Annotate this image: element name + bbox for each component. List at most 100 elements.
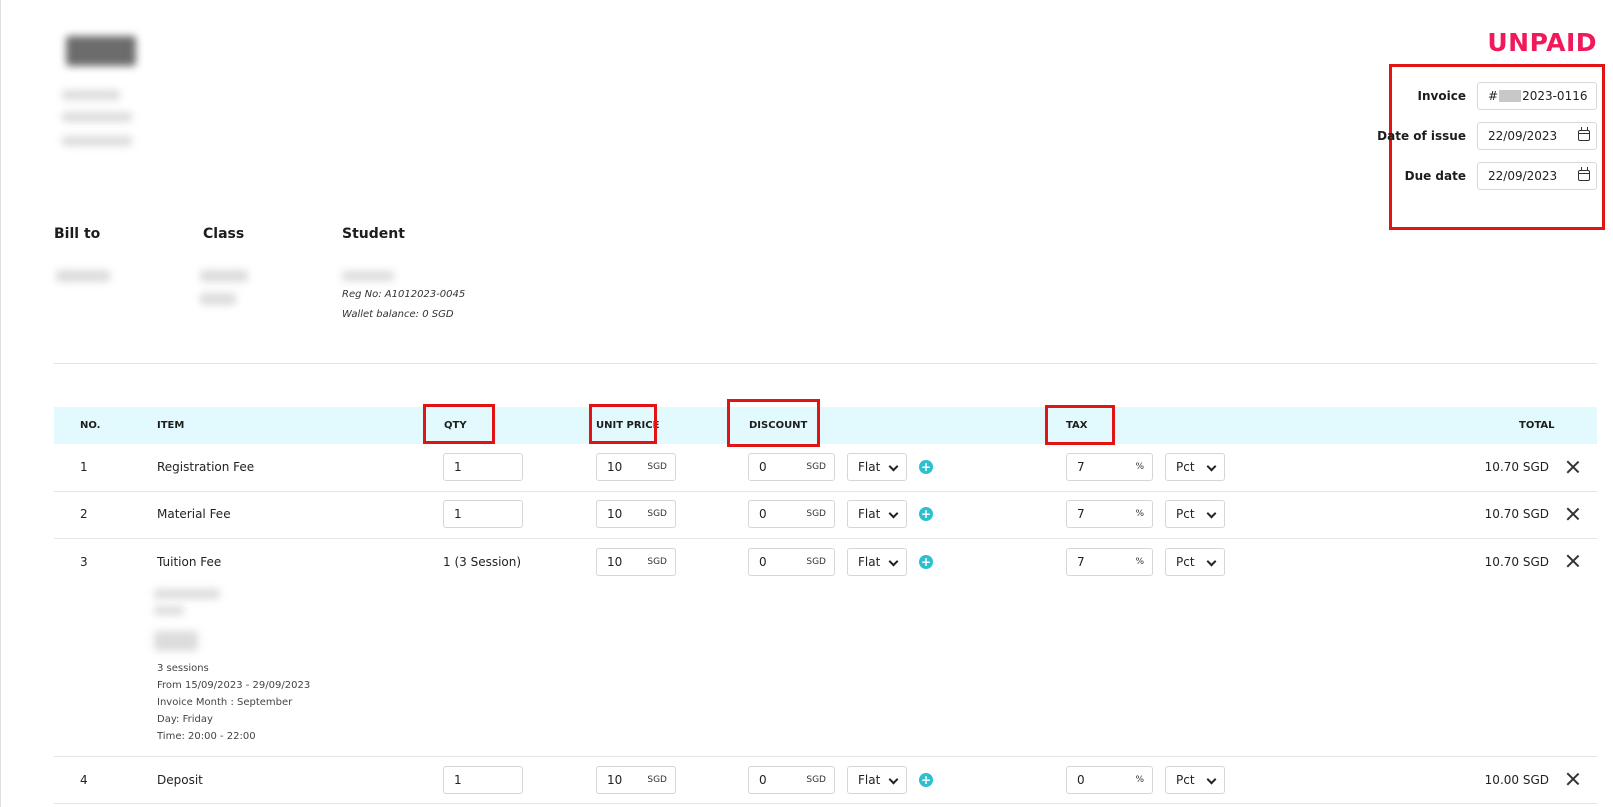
- session-detail-redacted-2: [154, 606, 184, 615]
- row-number: 4: [80, 773, 88, 787]
- bill-to-name: [56, 270, 110, 282]
- row-total: 10.70 SGD: [1484, 507, 1549, 521]
- session-detail-redacted-3: [154, 631, 198, 651]
- add-discount-plus-icon[interactable]: +: [919, 555, 933, 569]
- chevron-down-icon: [1206, 461, 1217, 472]
- row-number: 2: [80, 507, 88, 521]
- tax-input[interactable]: 7%: [1066, 453, 1153, 481]
- unit-price-input[interactable]: 10 SGD: [596, 548, 676, 576]
- row-divider: [54, 491, 1597, 492]
- annotation-box-tax: [1045, 405, 1115, 445]
- discount-type-select[interactable]: Flat: [847, 766, 907, 794]
- discount-type-value: Flat: [858, 555, 881, 569]
- student-wallet-balance: Wallet balance: 0 SGD: [342, 309, 454, 320]
- calendar-icon[interactable]: [1578, 127, 1590, 141]
- date-of-issue-value: 22/09/2023: [1488, 129, 1558, 143]
- tax-value: 7: [1077, 460, 1085, 474]
- invoice-number-label: Invoice: [1417, 89, 1466, 103]
- tax-type-value: Pct: [1176, 555, 1195, 569]
- discount-input[interactable]: 0 SGD: [748, 766, 835, 794]
- tax-type-select[interactable]: Pct: [1165, 548, 1225, 576]
- tax-unit: %: [1135, 775, 1144, 785]
- annotation-box-unit-price: [589, 404, 657, 444]
- row-item-name: Registration Fee: [157, 460, 255, 474]
- due-date-label: Due date: [1404, 169, 1466, 183]
- add-discount-plus-icon[interactable]: +: [919, 773, 933, 787]
- class-heading: Class: [203, 226, 245, 242]
- bill-to-heading: Bill to: [54, 226, 101, 242]
- col-header-no: NO.: [80, 420, 101, 431]
- qty-input[interactable]: 1: [443, 766, 523, 794]
- tax-type-select[interactable]: Pct: [1165, 453, 1225, 481]
- unit-price-input[interactable]: 10 SGD: [596, 500, 676, 528]
- session-detail-line: Day: Friday: [157, 714, 213, 725]
- add-discount-plus-icon[interactable]: +: [919, 460, 933, 474]
- chevron-down-icon: [1206, 508, 1217, 519]
- discount-currency: SGD: [806, 462, 826, 472]
- invoice-status: UNPAID: [1487, 28, 1597, 57]
- invoice-number-field[interactable]: #2023-0116: [1477, 82, 1597, 110]
- discount-input[interactable]: 0 SGD: [748, 500, 835, 528]
- tax-type-value: Pct: [1176, 773, 1195, 787]
- company-logo: [66, 36, 136, 66]
- unit-price-input[interactable]: 10 SGD: [596, 453, 676, 481]
- chevron-down-icon: [1206, 774, 1217, 785]
- section-divider: [54, 363, 1597, 364]
- remove-row-close-icon[interactable]: [1566, 460, 1580, 474]
- chevron-down-icon: [888, 461, 899, 472]
- due-date-value: 22/09/2023: [1488, 169, 1558, 183]
- discount-type-value: Flat: [858, 460, 881, 474]
- discount-input[interactable]: 0 SGD: [748, 548, 835, 576]
- session-detail-line: From 15/09/2023 - 29/09/2023: [157, 680, 311, 691]
- row-divider: [54, 803, 1597, 804]
- tax-input[interactable]: 7%: [1066, 500, 1153, 528]
- chevron-down-icon: [888, 774, 899, 785]
- row-divider: [54, 756, 1597, 757]
- row-divider: [54, 538, 1597, 539]
- discount-type-select[interactable]: Flat: [847, 500, 907, 528]
- unit-price-currency: SGD: [647, 462, 667, 472]
- row-item-name: Deposit: [157, 773, 203, 787]
- session-detail-line: Time: 20:00 - 22:00: [157, 731, 256, 742]
- class-name-line-1: [200, 270, 248, 282]
- session-detail-line: 3 sessions: [157, 663, 209, 674]
- row-item-name: Tuition Fee: [157, 555, 222, 569]
- qty-input[interactable]: 1: [443, 500, 523, 528]
- unit-price-input[interactable]: 10 SGD: [596, 766, 676, 794]
- tax-input[interactable]: 7%: [1066, 548, 1153, 576]
- add-discount-plus-icon[interactable]: +: [919, 507, 933, 521]
- tax-type-select[interactable]: Pct: [1165, 500, 1225, 528]
- remove-row-close-icon[interactable]: [1566, 772, 1580, 786]
- page-left-border: [0, 0, 1, 807]
- chevron-down-icon: [888, 556, 899, 567]
- discount-type-select[interactable]: Flat: [847, 548, 907, 576]
- row-total: 10.70 SGD: [1484, 555, 1549, 569]
- discount-input[interactable]: 0 SGD: [748, 453, 835, 481]
- due-date-field[interactable]: 22/09/2023: [1477, 162, 1597, 190]
- invoice-number-prefix: #: [1488, 89, 1499, 103]
- discount-type-select[interactable]: Flat: [847, 453, 907, 481]
- qty-input[interactable]: 1: [443, 453, 523, 481]
- discount-type-value: Flat: [858, 507, 881, 521]
- qty-text: 1 (3 Session): [443, 555, 522, 569]
- calendar-icon[interactable]: [1578, 167, 1590, 181]
- session-detail-line: Invoice Month : September: [157, 697, 293, 708]
- student-reg-no: Reg No: A1012023-0045: [342, 289, 466, 300]
- tax-unit: %: [1135, 509, 1144, 519]
- discount-value: 0: [759, 460, 767, 474]
- tax-value: 0: [1077, 773, 1085, 787]
- tax-unit: %: [1135, 462, 1144, 472]
- remove-row-close-icon[interactable]: [1566, 507, 1580, 521]
- row-total: 10.00 SGD: [1484, 773, 1549, 787]
- student-name: [342, 271, 394, 281]
- remove-row-close-icon[interactable]: [1566, 554, 1580, 568]
- class-name-line-2: [200, 293, 236, 305]
- invoice-number-suffix: 2023-0116: [1522, 89, 1588, 103]
- tax-type-select[interactable]: Pct: [1165, 766, 1225, 794]
- row-number: 3: [80, 555, 88, 569]
- date-of-issue-field[interactable]: 22/09/2023: [1477, 122, 1597, 150]
- unit-price-value: 10: [607, 507, 623, 521]
- tax-input[interactable]: 0%: [1066, 766, 1153, 794]
- col-header-item: ITEM: [157, 420, 185, 431]
- tax-type-value: Pct: [1176, 507, 1195, 521]
